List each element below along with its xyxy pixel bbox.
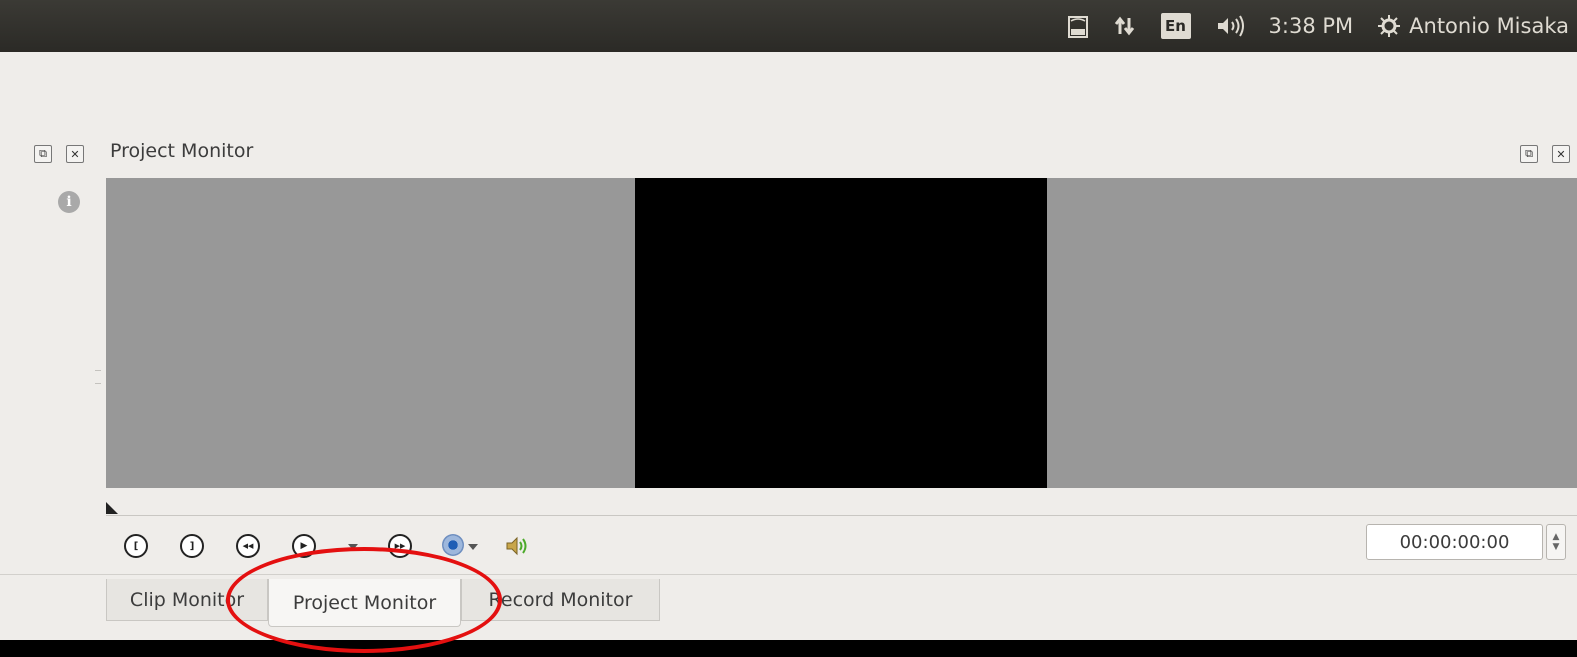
float-icon: ⧉ xyxy=(1525,147,1533,160)
splitter-handle[interactable] xyxy=(95,370,101,384)
info-icon[interactable]: i xyxy=(58,191,80,213)
settings-dropdown-arrow-icon[interactable] xyxy=(468,544,478,550)
tab-record-monitor[interactable]: Record Monitor xyxy=(461,579,660,621)
settings-gear-icon[interactable] xyxy=(442,534,464,556)
close-icon: ✕ xyxy=(1556,147,1566,161)
tab-project-monitor[interactable]: Project Monitor xyxy=(268,579,461,627)
monitor-tab-bar: Clip Monitor Project Monitor Record Moni… xyxy=(0,574,1577,640)
user-name: Antonio Misaka xyxy=(1409,14,1569,38)
app-window: ⧉ ✕ Project Monitor ⧉ ✕ i [ ] ◀◀ ▶ ▶▶ 00… xyxy=(0,52,1577,640)
dock-title: Project Monitor xyxy=(110,140,254,162)
system-tray: En 3:38 PM Antonio Misaka xyxy=(1043,0,1577,52)
dock-close-button[interactable]: ✕ xyxy=(66,145,84,163)
battery-indicator[interactable] xyxy=(1067,13,1089,39)
timeline-ruler[interactable] xyxy=(106,488,1577,516)
dock-float-button-right[interactable]: ⧉ xyxy=(1520,145,1538,163)
spin-up-icon[interactable]: ▲ xyxy=(1553,532,1560,542)
spin-down-icon[interactable]: ▼ xyxy=(1553,542,1560,552)
play-options-arrow-icon[interactable] xyxy=(348,544,358,550)
rewind-button[interactable]: ◀◀ xyxy=(236,534,260,558)
dock-title-bar: ⧉ ✕ Project Monitor ⧉ ✕ xyxy=(0,140,1577,168)
set-zone-start-button[interactable]: [ xyxy=(124,534,148,558)
volume-indicator[interactable] xyxy=(1215,14,1245,38)
float-icon: ⧉ xyxy=(39,147,47,160)
keyboard-layout: En xyxy=(1160,13,1191,39)
volume-speaker-icon[interactable] xyxy=(504,534,532,558)
clock[interactable]: 3:38 PM xyxy=(1269,14,1354,38)
screen: En 3:38 PM Antonio Misaka ⧉ ✕ Project Mo… xyxy=(0,0,1577,657)
battery-icon xyxy=(1067,13,1089,39)
timecode-spinner[interactable]: ▲ ▼ xyxy=(1546,524,1566,560)
user-menu[interactable]: Antonio Misaka xyxy=(1377,14,1569,38)
dock-float-button[interactable]: ⧉ xyxy=(34,145,52,163)
timecode-input[interactable]: 00:00:00:00 xyxy=(1366,524,1543,560)
keyboard-layout-indicator[interactable]: En xyxy=(1160,13,1191,39)
forward-button[interactable]: ▶▶ xyxy=(388,534,412,558)
session-gear-icon xyxy=(1377,14,1401,38)
tab-clip-monitor[interactable]: Clip Monitor xyxy=(106,579,268,621)
volume-icon xyxy=(1215,14,1245,38)
video-frame xyxy=(635,178,1047,488)
play-button[interactable]: ▶ xyxy=(292,534,316,558)
set-zone-end-button[interactable]: ] xyxy=(180,534,204,558)
network-updown-icon xyxy=(1113,14,1137,38)
dock-close-button-right[interactable]: ✕ xyxy=(1552,145,1570,163)
system-top-panel: En 3:38 PM Antonio Misaka xyxy=(0,0,1577,52)
playhead-marker[interactable] xyxy=(106,502,118,514)
transport-controls: [ ] ◀◀ ▶ ▶▶ 00:00:00:00 ▲ ▼ xyxy=(106,524,1577,568)
network-indicator[interactable] xyxy=(1113,14,1137,38)
close-icon: ✕ xyxy=(70,147,80,161)
